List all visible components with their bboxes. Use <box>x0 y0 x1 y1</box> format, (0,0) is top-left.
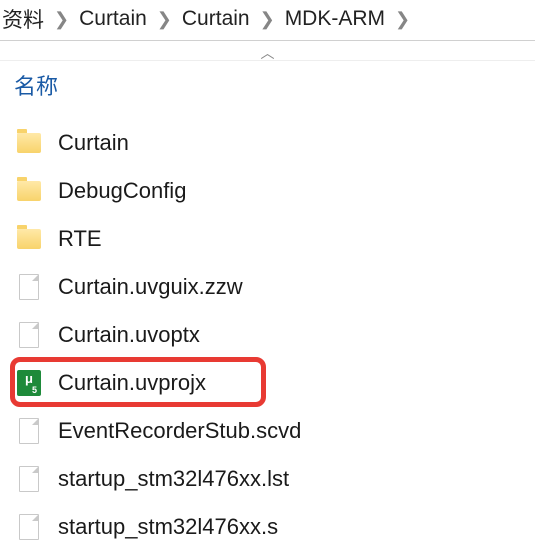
breadcrumb[interactable]: 资料 ❯ Curtain ❯ Curtain ❯ MDK-ARM ❯ <box>0 0 535 41</box>
file-name: RTE <box>58 226 102 252</box>
file-icon <box>14 269 44 305</box>
breadcrumb-item[interactable]: MDK-ARM <box>283 7 387 31</box>
list-item[interactable]: DebugConfig <box>8 167 535 215</box>
list-item[interactable]: startup_stm32l476xx.lst <box>8 455 535 503</box>
folder-icon <box>14 125 44 161</box>
file-name: DebugConfig <box>58 178 186 204</box>
folder-icon <box>14 221 44 257</box>
chevron-right-icon: ❯ <box>252 9 283 30</box>
list-item[interactable]: Curtain <box>8 119 535 167</box>
chevron-right-icon: ❯ <box>149 9 180 30</box>
breadcrumb-item[interactable]: Curtain <box>180 7 252 31</box>
list-item[interactable]: Curtain.uvoptx <box>8 311 535 359</box>
file-name: startup_stm32l476xx.lst <box>58 466 289 492</box>
folder-icon <box>14 173 44 209</box>
list-item[interactable]: EventRecorderStub.scvd <box>8 407 535 455</box>
file-list: Curtain DebugConfig RTE Curtain.uvguix.z… <box>0 115 535 551</box>
file-name: Curtain.uvguix.zzw <box>58 274 243 300</box>
list-item[interactable]: startup_stm32l476xx.s <box>8 503 535 551</box>
list-item[interactable]: Curtain.uvprojx <box>8 359 535 407</box>
file-name: EventRecorderStub.scvd <box>58 418 301 444</box>
file-name: startup_stm32l476xx.s <box>58 514 278 540</box>
keil-project-icon <box>14 365 44 401</box>
chevron-right-icon: ❯ <box>46 9 77 30</box>
file-name: Curtain <box>58 130 129 156</box>
chevron-up-icon: ︿ <box>261 43 275 63</box>
list-item[interactable]: Curtain.uvguix.zzw <box>8 263 535 311</box>
column-header-name[interactable]: 名称 <box>0 61 535 115</box>
list-item[interactable]: RTE <box>8 215 535 263</box>
file-name: Curtain.uvoptx <box>58 322 200 348</box>
file-icon <box>14 461 44 497</box>
file-icon <box>14 509 44 545</box>
breadcrumb-item[interactable]: Curtain <box>77 7 149 31</box>
breadcrumb-item[interactable]: 资料 <box>0 4 46 34</box>
collapse-bar[interactable]: ︿ <box>0 41 535 61</box>
chevron-right-icon: ❯ <box>387 9 418 30</box>
file-name: Curtain.uvprojx <box>58 370 206 396</box>
file-icon <box>14 413 44 449</box>
file-icon <box>14 317 44 353</box>
